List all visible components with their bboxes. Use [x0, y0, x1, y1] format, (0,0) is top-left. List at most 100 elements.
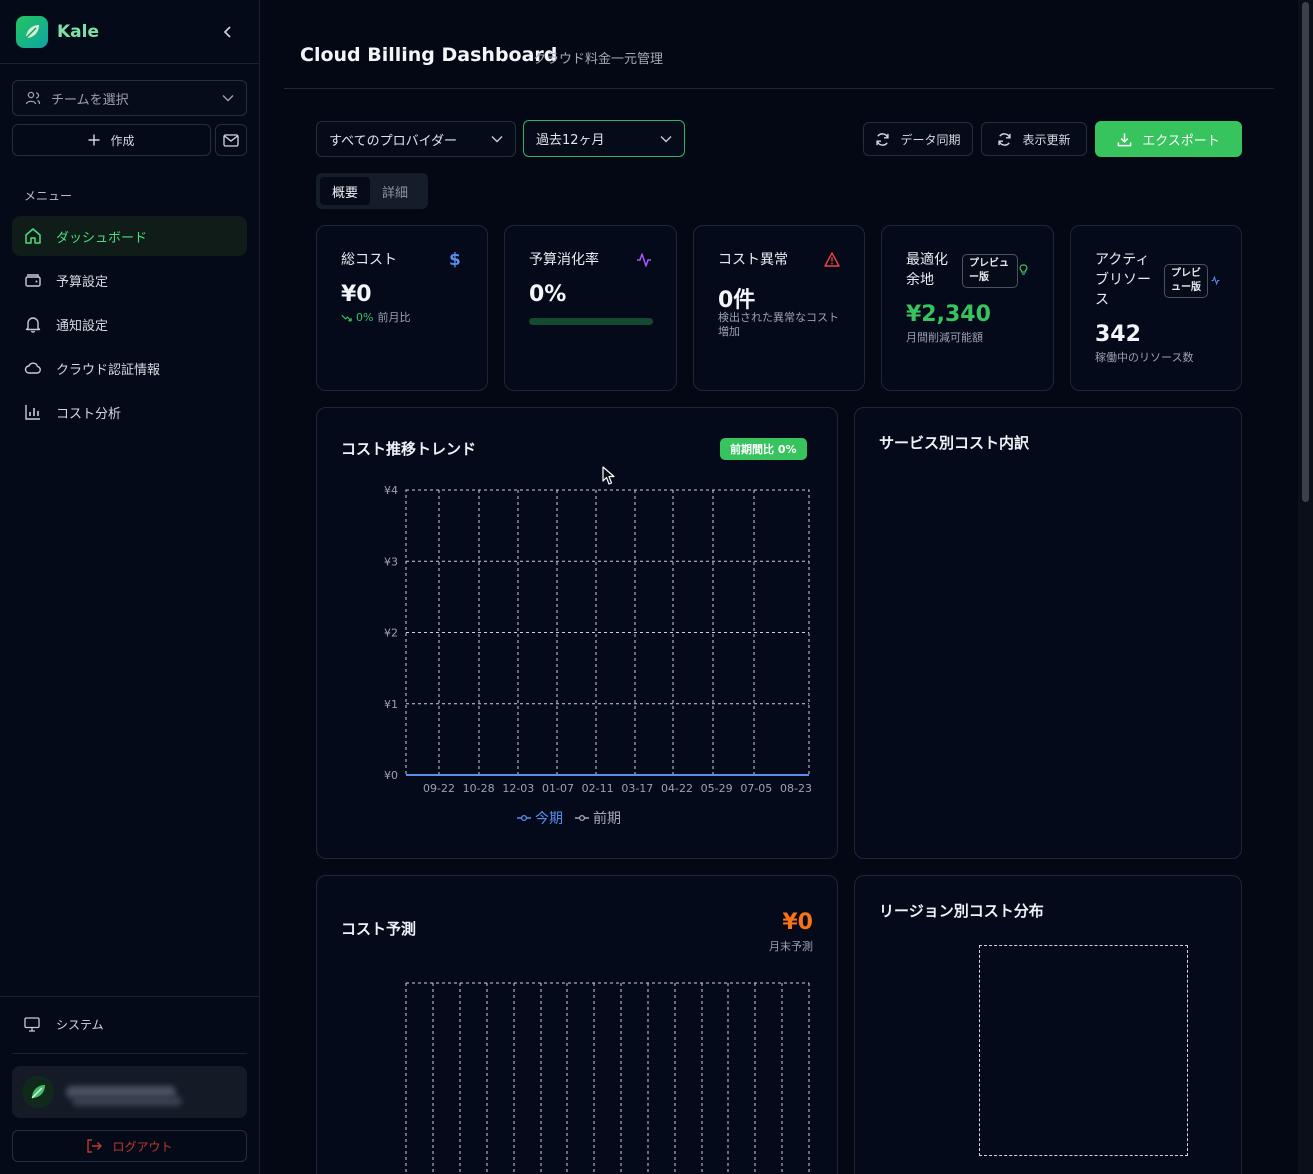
cost-trend-card: コスト推移トレンド 前期間比 0% ¥0 ¥1 ¥2 ¥3 ¥4 09-22 10-28 12…	[316, 407, 838, 859]
team-select-placeholder: チームを選択	[51, 92, 129, 108]
tab-details[interactable]: 詳細	[370, 177, 420, 205]
bar-chart-icon	[25, 405, 40, 420]
provider-select[interactable]: すべてのプロバイダー	[316, 121, 516, 157]
brand[interactable]: Kale	[16, 16, 99, 48]
app-root: Kale チームを選択 作成 メニュー ダッシュボード 予算設定 通知設定 クラ…	[0, 0, 1313, 1174]
sidebar-divider	[0, 63, 259, 64]
kpi-title: アクティブリソース	[1095, 252, 1151, 308]
preview-badge: プレビュー版	[1164, 264, 1208, 298]
users-icon	[25, 91, 41, 105]
mail-icon	[223, 133, 239, 147]
download-icon	[1117, 132, 1132, 146]
kpi-change: 0% 前月比	[341, 311, 410, 325]
tab-overview[interactable]: 概要	[320, 177, 371, 205]
refresh-button[interactable]: 表示更新	[981, 122, 1087, 156]
kpi-value: 342	[1095, 322, 1141, 347]
activity-icon	[1211, 276, 1220, 285]
chevron-down-icon	[491, 136, 503, 143]
page-title: Cloud Billing Dashboard	[300, 44, 558, 66]
data-sync-button[interactable]: データ同期	[863, 122, 973, 156]
sync-icon	[876, 132, 890, 146]
sidebar-item-cloud-credentials[interactable]: クラウド認証情報	[12, 348, 247, 388]
x-tick-label: 07-05	[740, 782, 772, 795]
user-profile[interactable]	[12, 1066, 247, 1118]
y-tick-label: ¥1	[384, 698, 398, 711]
kpi-optimization: 最適化余地 プレビュー版 ¥2,340 月間削減可能額	[881, 225, 1054, 391]
budget-progress-bar	[529, 318, 653, 325]
kpi-title: コスト異常	[718, 252, 788, 268]
kpi-total-cost: 総コスト $ ¥0 0% 前月比	[316, 225, 488, 391]
wallet-icon	[25, 274, 41, 287]
create-button-label: 作成	[110, 133, 135, 148]
forecast-chart-grid	[405, 982, 810, 1174]
mouse-cursor-icon	[602, 466, 615, 485]
forecast-value: ¥0	[782, 910, 813, 935]
team-select[interactable]: チームを選択	[12, 80, 247, 116]
kpi-value: 0%	[529, 282, 567, 307]
kpi-title: 予算消化率	[529, 252, 599, 268]
monitor-icon	[24, 1016, 40, 1032]
kpi-active-resources: アクティブリソース プレビュー版 342 稼働中のリソース数	[1070, 225, 1242, 391]
home-icon	[25, 228, 41, 244]
x-tick-label: 05-29	[701, 782, 733, 795]
chart-legend: 今期 前期	[517, 808, 621, 828]
mail-button[interactable]	[215, 124, 247, 156]
kpi-cost-anomaly: コスト異常 0件 検出された異常なコスト増加	[693, 225, 865, 391]
service-breakdown-card: サービス別コスト内訳	[854, 407, 1242, 859]
period-select[interactable]: 過去12ヶ月	[523, 120, 685, 157]
kpi-value: ¥0	[341, 282, 372, 307]
y-tick-label: ¥4	[384, 484, 398, 497]
y-tick-label: ¥3	[384, 555, 398, 568]
view-tabs: 概要 詳細	[316, 173, 428, 209]
sidebar-item-system[interactable]: システム	[12, 1006, 247, 1042]
legend-current[interactable]: 今期	[517, 808, 563, 828]
sidebar-item-label: ダッシュボード	[56, 230, 148, 246]
x-tick-label: 08-23	[780, 782, 812, 795]
brand-name: Kale	[57, 22, 100, 42]
scrollbar-thumb[interactable]	[1302, 2, 1309, 502]
forecast-label: 月末予測	[769, 940, 813, 953]
sidebar-item-label: 通知設定	[56, 318, 109, 334]
sidebar-item-label: コスト分析	[56, 406, 122, 422]
kpi-change-label: 前月比	[377, 311, 411, 324]
bell-icon	[25, 317, 41, 333]
sidebar-divider	[0, 996, 259, 997]
sidebar-divider	[12, 1053, 247, 1054]
preview-badge: プレビュー版	[962, 254, 1018, 288]
page-scrollbar[interactable]	[1298, 0, 1313, 1174]
trending-down-icon	[341, 314, 352, 322]
legend-label: 今期	[535, 811, 563, 827]
sidebar-item-budget[interactable]: 予算設定	[12, 260, 247, 300]
collapse-sidebar-icon[interactable]	[218, 22, 238, 42]
activity-icon	[637, 253, 651, 267]
x-tick-label: 03-17	[621, 782, 653, 795]
kale-logo-icon	[16, 16, 48, 48]
x-tick-label: 10-28	[463, 782, 495, 795]
sidebar-item-notifications[interactable]: 通知設定	[12, 304, 247, 344]
kpi-description: 月間削減可能額	[906, 331, 983, 344]
legend-previous[interactable]: 前期	[575, 808, 621, 828]
kpi-description: 稼働中のリソース数	[1095, 351, 1194, 364]
refresh-label: 表示更新	[1022, 132, 1071, 147]
page-subtitle: クラウド料金一元管理	[533, 52, 664, 67]
card-title: リージョン別コスト分布	[879, 902, 1044, 920]
logout-icon	[87, 1139, 103, 1153]
x-tick-label: 12-03	[502, 782, 534, 795]
sidebar-item-cost-analysis[interactable]: コスト分析	[12, 392, 247, 432]
logout-button[interactable]: ログアウト	[12, 1130, 247, 1162]
kpi-description: 検出された異常なコスト増加	[718, 311, 839, 338]
create-button[interactable]: 作成	[12, 124, 211, 156]
refresh-icon	[998, 132, 1012, 146]
menu-section-label: メニュー	[24, 189, 73, 203]
region-distribution-card: リージョン別コスト分布	[854, 875, 1242, 1174]
provider-select-value: すべてのプロバイダー	[329, 133, 458, 149]
sidebar: Kale チームを選択 作成 メニュー ダッシュボード 予算設定 通知設定 クラ…	[0, 0, 260, 1174]
x-tick-label: 02-11	[582, 782, 614, 795]
sidebar-item-label: 予算設定	[56, 274, 109, 290]
export-button[interactable]: エクスポート	[1095, 121, 1242, 157]
sidebar-item-dashboard[interactable]: ダッシュボード	[12, 216, 247, 256]
chevron-down-icon	[222, 95, 234, 102]
kpi-budget-usage: 予算消化率 0%	[504, 225, 677, 391]
dollar-icon: $	[449, 250, 461, 270]
kpi-change-value: 0%	[356, 311, 374, 324]
